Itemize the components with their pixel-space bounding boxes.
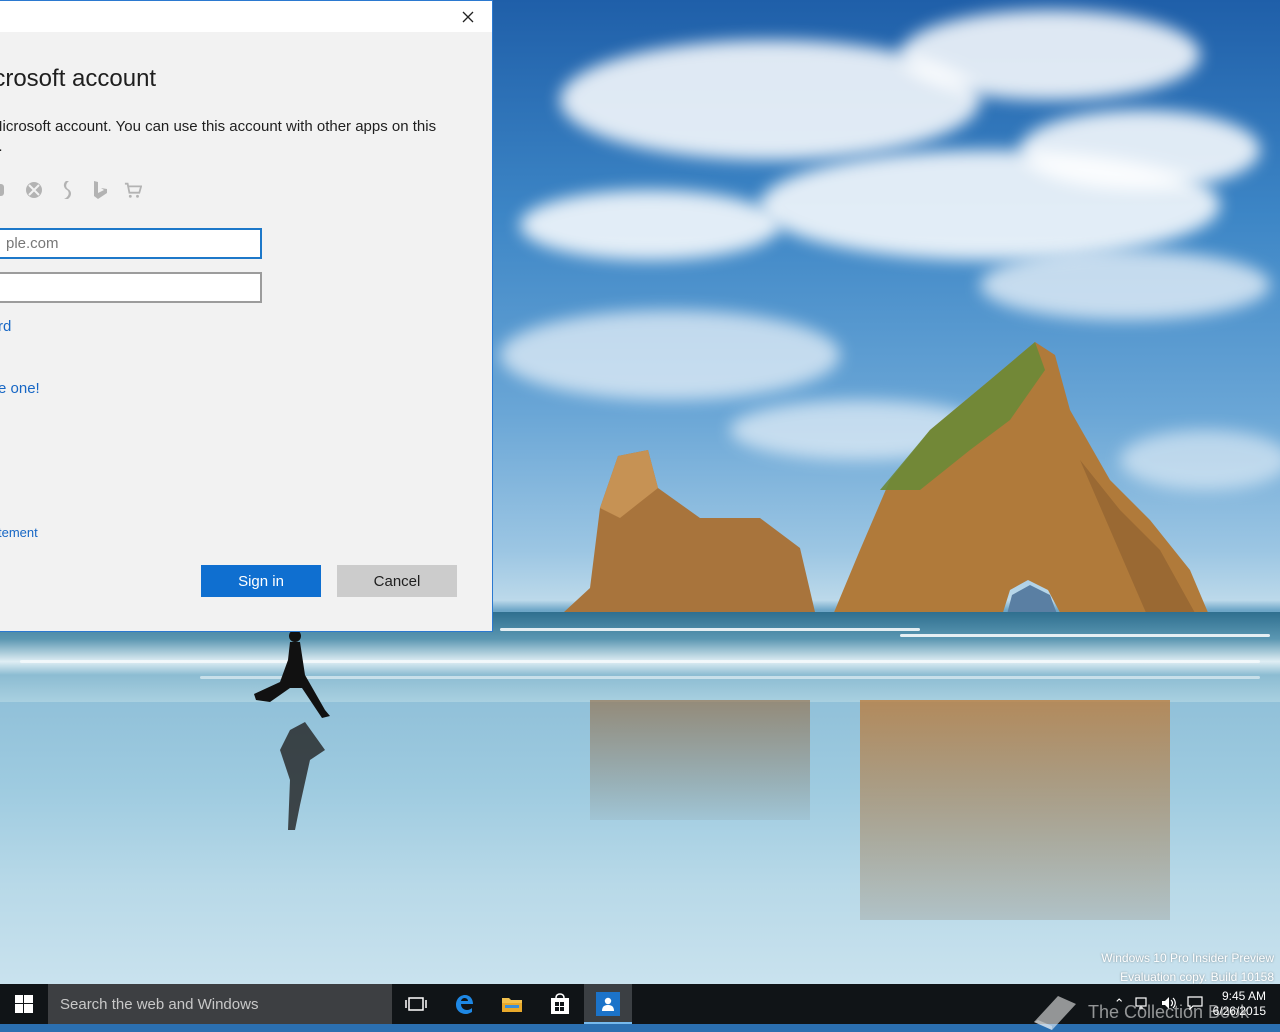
sign-in-button[interactable]: Sign in bbox=[201, 565, 321, 597]
bing-icon bbox=[91, 179, 109, 201]
rock-stack bbox=[564, 450, 815, 612]
forgot-password-link[interactable]: rd bbox=[0, 318, 11, 335]
task-view-button[interactable] bbox=[392, 984, 440, 1024]
search-placeholder: Search the web and Windows bbox=[60, 995, 259, 1013]
runner-figure bbox=[254, 630, 330, 830]
email-placeholder: ple.com bbox=[6, 235, 59, 252]
dialog-titlebar bbox=[0, 1, 492, 32]
dialog-description: Microsoft account. You can use this acco… bbox=[0, 118, 437, 155]
privacy-statement-link[interactable]: tement bbox=[0, 525, 38, 540]
task-view-icon bbox=[405, 997, 427, 1011]
dialog-title: icrosoft account bbox=[0, 65, 157, 92]
create-account-link[interactable]: e one! bbox=[0, 380, 40, 397]
people-icon bbox=[596, 992, 620, 1016]
close-button[interactable] bbox=[456, 5, 480, 29]
file-explorer-button[interactable] bbox=[488, 984, 536, 1024]
store-button[interactable] bbox=[536, 984, 584, 1024]
microsoft-account-dialog: icrosoft account Microsoft account. You … bbox=[0, 0, 493, 632]
store-icon bbox=[551, 993, 569, 1014]
service-icons bbox=[0, 179, 142, 201]
edge-button[interactable] bbox=[440, 984, 488, 1024]
brand-watermark: The Collection Book bbox=[1030, 992, 1249, 1032]
file-explorer-icon bbox=[502, 998, 522, 1012]
taskbar-search[interactable]: Search the web and Windows bbox=[48, 984, 392, 1024]
watermark-line1: Windows 10 Pro Insider Preview bbox=[1101, 951, 1274, 965]
build-watermark: Windows 10 Pro Insider Preview Evaluatio… bbox=[1101, 949, 1274, 987]
book-icon bbox=[1034, 996, 1076, 1030]
password-field[interactable] bbox=[0, 272, 262, 303]
start-button[interactable] bbox=[0, 984, 48, 1024]
skype-icon bbox=[58, 179, 76, 201]
rock-arch bbox=[830, 342, 1212, 622]
outlook-icon bbox=[0, 179, 10, 201]
email-field[interactable]: ple.com bbox=[0, 228, 262, 259]
xbox-icon bbox=[25, 179, 43, 201]
people-button[interactable] bbox=[584, 984, 632, 1024]
store-icon bbox=[124, 179, 142, 201]
close-icon bbox=[462, 11, 474, 23]
edge-icon bbox=[456, 995, 473, 1014]
cancel-button[interactable]: Cancel bbox=[337, 565, 457, 597]
windows-logo-icon bbox=[15, 995, 33, 1013]
brand-text: The Collection Book bbox=[1088, 1001, 1250, 1022]
